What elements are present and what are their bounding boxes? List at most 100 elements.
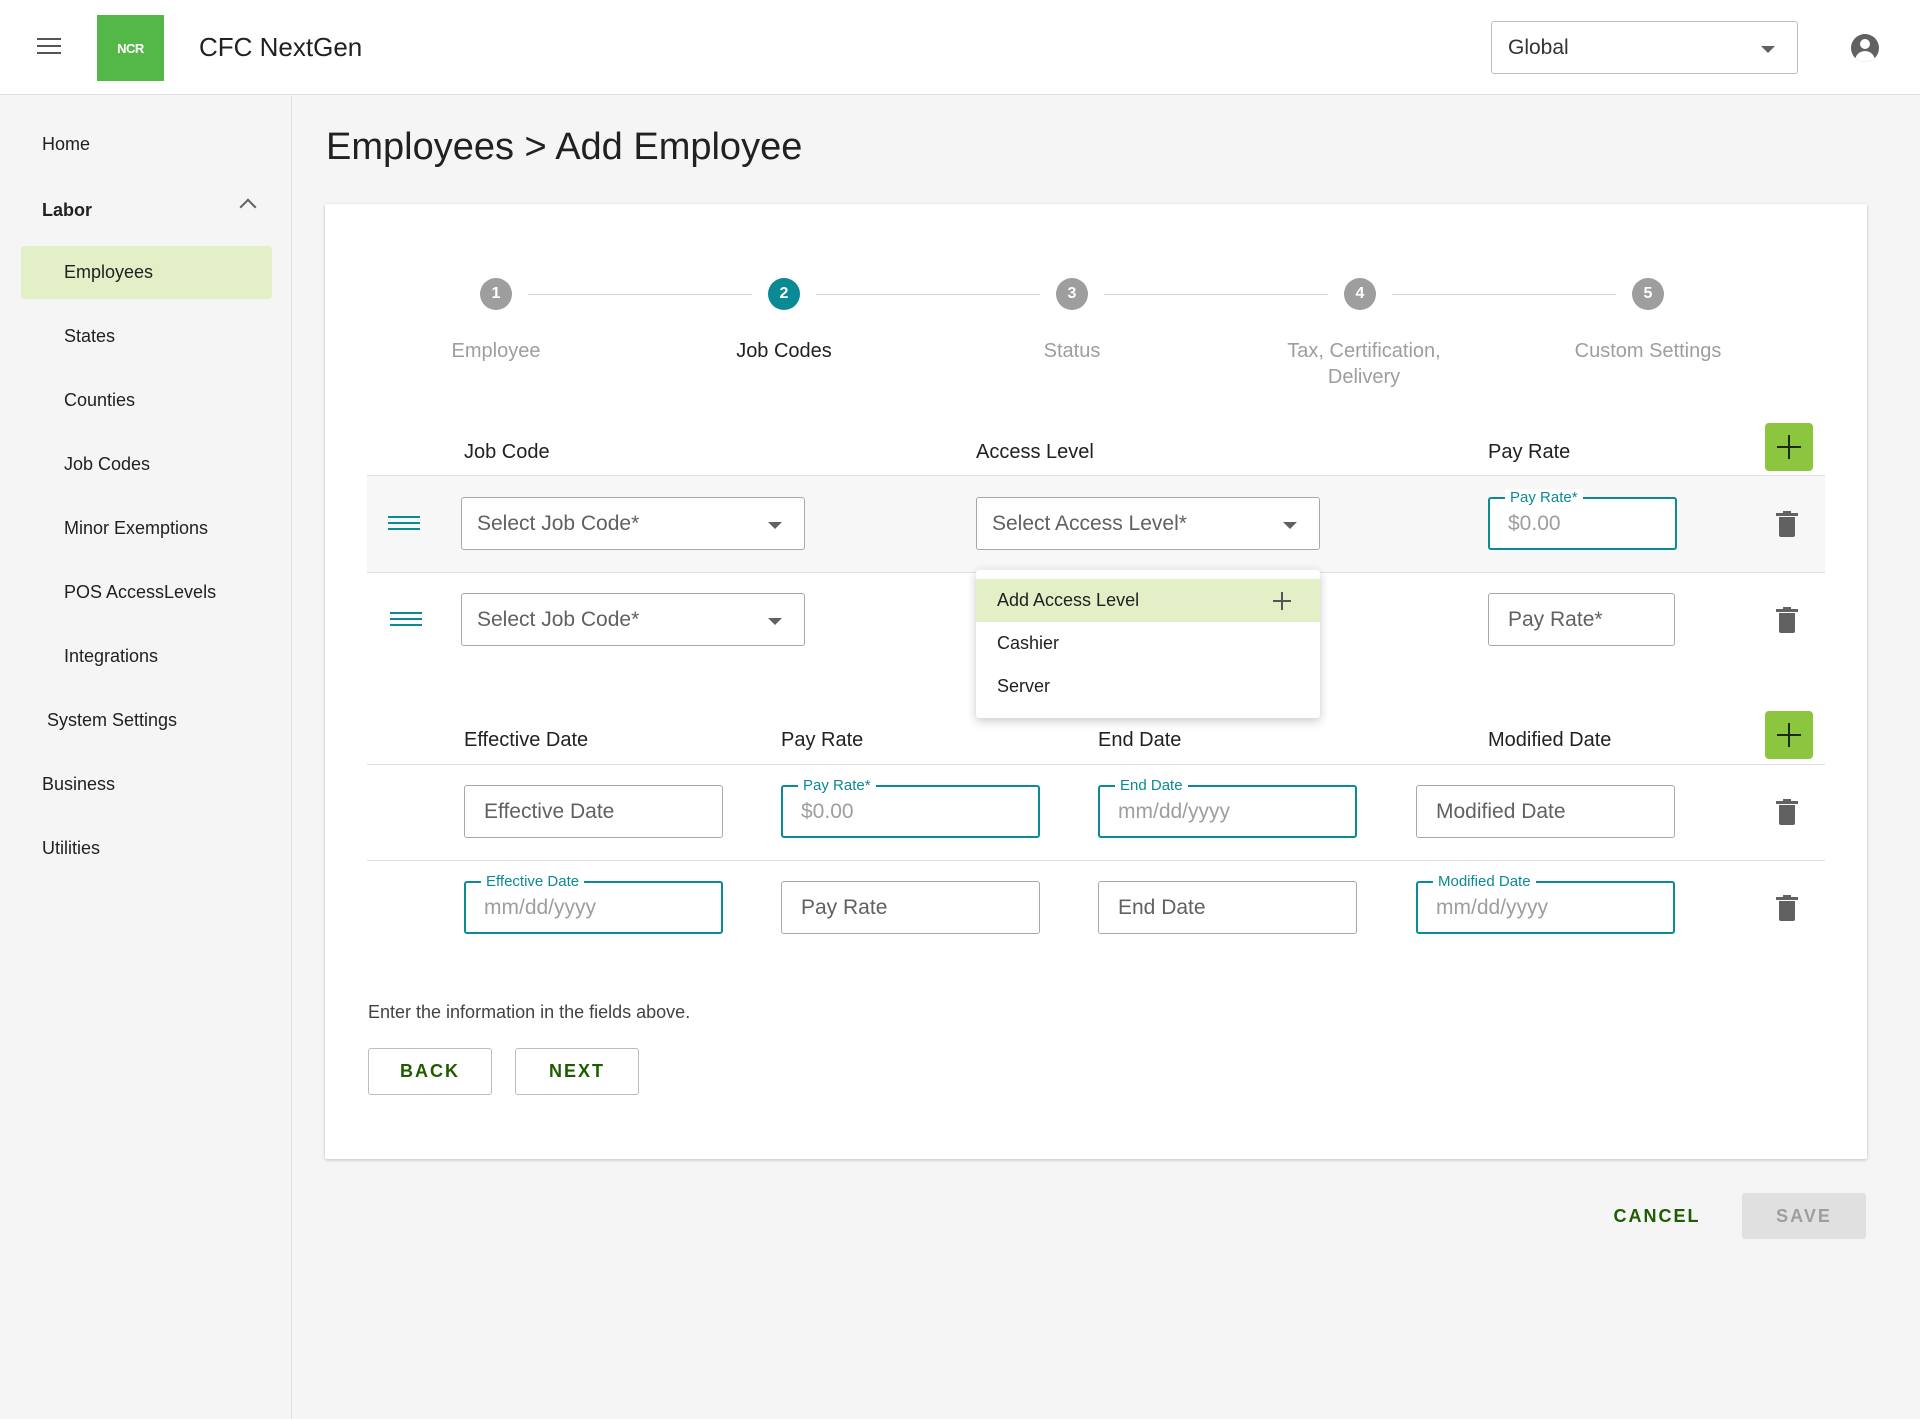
- effective-date-value: mm/dd/yyyy: [484, 896, 597, 919]
- chevron-down-icon: [768, 618, 782, 625]
- divider: [367, 764, 1825, 765]
- menu-item-label: Add Access Level: [997, 590, 1140, 610]
- modified-date-value: mm/dd/yyyy: [1436, 896, 1549, 919]
- sidebar-item-integrations[interactable]: Integrations: [64, 646, 158, 667]
- step-2-label: Job Codes: [736, 340, 832, 362]
- menu-item-add-access-level[interactable]: Add Access Level: [976, 579, 1320, 622]
- back-button[interactable]: BACK: [368, 1048, 492, 1095]
- pay-rate-input[interactable]: Pay Rate*: [1488, 593, 1675, 646]
- menu-item-label: Server: [997, 676, 1051, 696]
- modified-date-input[interactable]: Modified Date mm/dd/yyyy: [1416, 873, 1675, 934]
- effective-date-placeholder: Effective Date: [484, 800, 615, 823]
- end-date-label: End Date: [1115, 777, 1188, 794]
- sidebar-item-states[interactable]: States: [64, 326, 115, 347]
- logo-text: NCR: [117, 40, 144, 56]
- pay-rate-header: Pay Rate: [1488, 441, 1571, 463]
- step-4-label-line2: Delivery: [1327, 366, 1401, 388]
- end-date-header: End Date: [1098, 729, 1182, 751]
- scope-select-value: Global: [1508, 36, 1569, 59]
- sidebar-item-pos-access-levels[interactable]: POS AccessLevels: [64, 582, 216, 603]
- end-date-input[interactable]: End Date mm/dd/yyyy: [1098, 777, 1357, 838]
- end-date-value: mm/dd/yyyy: [1118, 800, 1231, 823]
- rate-pay-rate-header: Pay Rate: [781, 729, 864, 751]
- divider: [367, 860, 1825, 861]
- step-5-circle[interactable]: 5: [1632, 278, 1664, 310]
- access-level-menu: Add Access Level Cashier Server: [976, 570, 1320, 718]
- rate-pay-rate-value: $0.00: [801, 800, 854, 823]
- add-rate-button[interactable]: [1765, 711, 1813, 759]
- stepper-connector: [1392, 294, 1616, 295]
- add-job-code-button[interactable]: [1765, 423, 1813, 471]
- step-4-circle[interactable]: 4: [1344, 278, 1376, 310]
- chevron-down-icon: [768, 522, 782, 529]
- top-app-bar: NCR CFC NextGen Global: [0, 0, 1920, 95]
- modified-date-input[interactable]: Modified Date: [1416, 785, 1675, 838]
- stepper-connector: [816, 294, 1040, 295]
- step-5-label: Custom Settings: [1574, 340, 1722, 362]
- menu-item-server[interactable]: Server: [976, 665, 1320, 708]
- access-level-select[interactable]: Select Access Level*: [976, 497, 1320, 550]
- sidebar-item-minor-exemptions[interactable]: Minor Exemptions: [64, 518, 208, 539]
- effective-date-label: Effective Date: [481, 873, 585, 890]
- pay-rate-input[interactable]: Pay Rate* $0.00: [1488, 489, 1677, 550]
- pay-rate-input-label: Pay Rate*: [1505, 489, 1583, 506]
- stepper-connector: [528, 294, 752, 295]
- drag-handle-icon[interactable]: [390, 612, 422, 626]
- step-1-circle[interactable]: 1: [480, 278, 512, 310]
- rate-pay-rate-input[interactable]: Pay Rate: [781, 881, 1040, 934]
- rate-pay-rate-label: Pay Rate*: [798, 777, 876, 794]
- menu-item-cashier[interactable]: Cashier: [976, 622, 1320, 665]
- access-level-header: Access Level: [976, 441, 1094, 463]
- chevron-down-icon: [1761, 46, 1775, 53]
- stepper-connector: [1104, 294, 1328, 295]
- drag-handle-icon[interactable]: [388, 516, 420, 530]
- step-3-circle[interactable]: 3: [1056, 278, 1088, 310]
- menu-item-label: Cashier: [997, 633, 1060, 653]
- sidebar-item-labor[interactable]: Labor: [42, 200, 92, 221]
- sidebar-item-employees[interactable]: Employees: [64, 262, 153, 283]
- effective-date-input[interactable]: Effective Date: [464, 785, 723, 838]
- step-2-circle[interactable]: 2: [768, 278, 800, 310]
- page-title: Employees > Add Employee: [326, 126, 803, 168]
- app-title: CFC NextGen: [199, 32, 363, 62]
- modified-date-header: Modified Date: [1488, 729, 1612, 751]
- next-button[interactable]: NEXT: [515, 1048, 639, 1095]
- delete-icon[interactable]: [1776, 799, 1798, 825]
- ncr-logo: NCR: [97, 15, 164, 81]
- end-date-placeholder: End Date: [1118, 896, 1206, 919]
- job-code-select-placeholder: Select Job Code*: [477, 608, 640, 631]
- cancel-button[interactable]: CANCEL: [1604, 1193, 1710, 1239]
- job-code-select-placeholder: Select Job Code*: [477, 512, 640, 535]
- step-1-label: Employee: [451, 340, 541, 362]
- rate-pay-rate-placeholder: Pay Rate: [801, 896, 888, 919]
- job-code-header: Job Code: [464, 441, 550, 463]
- delete-icon[interactable]: [1776, 511, 1798, 537]
- step-4-label-line1: Tax, Certification,: [1287, 340, 1441, 362]
- step-3-label: Status: [1043, 340, 1101, 362]
- rate-pay-rate-input[interactable]: Pay Rate* $0.00: [781, 777, 1040, 838]
- scope-select[interactable]: Global: [1491, 21, 1798, 74]
- end-date-input[interactable]: End Date: [1098, 881, 1357, 934]
- sidebar-item-counties[interactable]: Counties: [64, 390, 135, 411]
- sidebar-item-home[interactable]: Home: [42, 134, 90, 155]
- menu-icon[interactable]: [37, 38, 61, 56]
- sidebar-item-business[interactable]: Business: [42, 774, 115, 795]
- sidebar-item-system-settings[interactable]: System Settings: [47, 710, 177, 731]
- effective-date-input[interactable]: Effective Date mm/dd/yyyy: [464, 873, 723, 934]
- delete-icon[interactable]: [1776, 895, 1798, 921]
- sidebar-item-job-codes[interactable]: Job Codes: [64, 454, 150, 475]
- helper-text: Enter the information in the fields abov…: [368, 1002, 691, 1022]
- save-button[interactable]: SAVE: [1742, 1193, 1866, 1239]
- step-4-label: Tax, Certification, Delivery: [1244, 338, 1484, 390]
- account-circle-icon[interactable]: [1851, 34, 1879, 62]
- job-code-select[interactable]: Select Job Code*: [461, 593, 805, 646]
- modified-date-placeholder: Modified Date: [1436, 800, 1566, 823]
- sidebar-item-utilities[interactable]: Utilities: [42, 838, 100, 859]
- pay-rate-input-placeholder: Pay Rate*: [1508, 608, 1603, 631]
- pay-rate-input-value: $0.00: [1508, 512, 1561, 535]
- job-code-select[interactable]: Select Job Code*: [461, 497, 805, 550]
- delete-icon[interactable]: [1776, 607, 1798, 633]
- effective-date-header: Effective Date: [464, 729, 589, 751]
- chevron-down-icon: [1283, 522, 1297, 529]
- access-level-select-placeholder: Select Access Level*: [992, 512, 1187, 535]
